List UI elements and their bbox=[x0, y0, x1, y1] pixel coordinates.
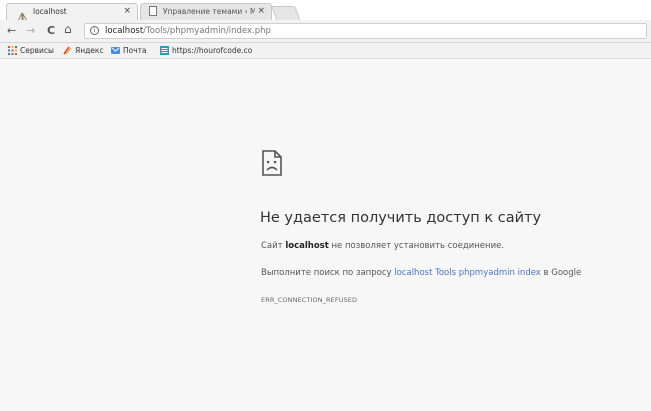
tab-close-button[interactable]: × bbox=[257, 5, 265, 17]
bookmark-label: Сервисы bbox=[20, 46, 54, 55]
back-button[interactable]: ← bbox=[7, 24, 16, 37]
bookmark-yandex[interactable]: Яндекс bbox=[63, 45, 104, 56]
search-text: Выполните поиск по запросу bbox=[261, 268, 395, 278]
info-icon[interactable]: i bbox=[90, 26, 99, 35]
sad-page-icon bbox=[262, 150, 282, 176]
bookmark-services[interactable]: Сервисы bbox=[8, 45, 54, 56]
error-title: Не удается получить доступ к сайту bbox=[260, 210, 542, 226]
url-text[interactable]: localhost/Tools/phpmyadmin/index.php bbox=[105, 25, 271, 37]
url-path: /Tools/phpmyadmin/index.php bbox=[143, 26, 271, 36]
tab-close-button[interactable]: × bbox=[123, 5, 131, 17]
home-button[interactable]: ⌂ bbox=[64, 23, 72, 36]
error-text: Сайт bbox=[261, 241, 286, 251]
url-host: localhost bbox=[105, 26, 144, 36]
bookmark-mail[interactable]: Почта bbox=[111, 45, 147, 56]
tab-title: localhost bbox=[33, 7, 67, 16]
error-host: localhost bbox=[285, 241, 329, 251]
tab-title: Управление темами ‹ M bbox=[163, 7, 255, 16]
tab-strip: localhost × Управление темами ‹ M × bbox=[0, 0, 651, 22]
phpmyadmin-sailboat-icon bbox=[17, 7, 28, 22]
new-tab-button[interactable] bbox=[271, 6, 301, 21]
yandex-icon bbox=[63, 46, 72, 55]
search-text: в Google bbox=[540, 268, 582, 278]
bookmark-label: https://hourofcode.co bbox=[172, 46, 253, 55]
browser-toolbar: ← → C ⌂ i localhost/Tools/phpmyadmin/ind… bbox=[0, 20, 651, 43]
error-text: не позволяет установить соединение. bbox=[328, 241, 505, 251]
bookmark-hourofcode[interactable]: https://hourofcode.co bbox=[160, 45, 252, 56]
error-description: Сайт localhost не позволяет установить с… bbox=[261, 240, 504, 252]
hourofcode-icon bbox=[160, 45, 169, 55]
apps-grid-icon bbox=[8, 45, 17, 55]
mail-icon bbox=[111, 46, 120, 55]
error-code: ERR_CONNECTION_REFUSED bbox=[261, 296, 358, 304]
google-search-link[interactable]: localhost Tools phpmyadmin index bbox=[394, 268, 541, 278]
bookmark-label: Почта bbox=[123, 46, 147, 55]
reload-button[interactable]: C bbox=[47, 24, 55, 37]
page-icon bbox=[149, 6, 157, 16]
forward-button[interactable]: → bbox=[26, 24, 35, 37]
bookmarks-bar: Сервисы Яндекс Почта https://hourofcode.… bbox=[0, 43, 651, 59]
tab-themes[interactable]: Управление темами ‹ M × bbox=[140, 3, 272, 20]
tab-localhost[interactable]: localhost × bbox=[6, 3, 138, 22]
address-bar[interactable]: i localhost/Tools/phpmyadmin/index.php bbox=[84, 23, 647, 39]
bookmark-label: Яндекс bbox=[75, 46, 104, 55]
search-suggestion: Выполните поиск по запросу localhost Too… bbox=[261, 267, 581, 279]
